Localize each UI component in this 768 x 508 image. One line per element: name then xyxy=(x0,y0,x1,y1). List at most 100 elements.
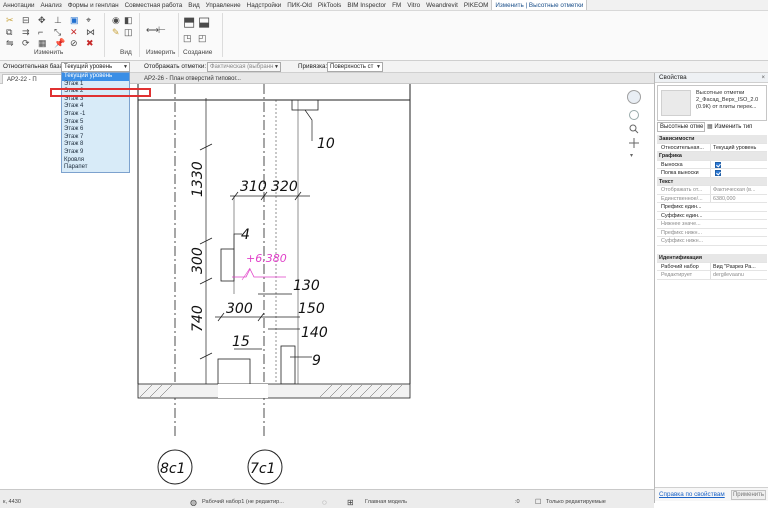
match-type-icon[interactable]: ⌖ xyxy=(86,15,91,25)
property-row[interactable]: Суффикс един... xyxy=(657,212,767,220)
leader-checkbox[interactable] xyxy=(715,161,721,168)
dropdown-item[interactable]: Кровля xyxy=(62,157,129,165)
dropdown-item[interactable]: Текущий уровень xyxy=(62,73,129,81)
dimension-150[interactable]: 150 xyxy=(298,301,325,317)
property-value[interactable]: 6380,000 xyxy=(710,194,767,203)
section-identity[interactable]: Идентификация xyxy=(657,254,767,263)
paint-icon[interactable]: ✎ xyxy=(112,27,120,37)
property-value[interactable]: dergilevaanu xyxy=(710,271,767,279)
dimension-icon[interactable]: ⊢ xyxy=(158,25,166,35)
property-row[interactable]: Выноска xyxy=(657,160,767,169)
display-elevations-select[interactable]: Фактическая (выбранн ▼ xyxy=(207,62,281,72)
dimension-10[interactable]: 10 xyxy=(317,136,335,152)
move-icon[interactable]: ✥ xyxy=(38,15,46,25)
scissors-icon[interactable]: ✂ xyxy=(6,15,14,25)
linework-icon[interactable]: ◫ xyxy=(124,27,133,37)
tab-piktools[interactable]: PikTools xyxy=(315,0,344,10)
pan-icon[interactable] xyxy=(629,138,639,148)
dropdown-item[interactable]: Этаж 6 xyxy=(62,126,129,134)
dimension-4[interactable]: 4 xyxy=(241,227,250,243)
snap-select[interactable]: Поверхность ст ▼ xyxy=(327,62,383,72)
join-icon[interactable]: ⋈ xyxy=(86,27,95,37)
trim-icon[interactable]: ⌐ xyxy=(38,27,43,37)
section-text[interactable]: Текст xyxy=(657,177,767,186)
dimension-740[interactable]: 740 xyxy=(190,305,206,332)
offset-icon[interactable]: ⇉ xyxy=(22,27,30,37)
edit-type-button[interactable]: ▦ Изменить тип xyxy=(707,122,767,132)
dimension-9[interactable]: 9 xyxy=(312,353,321,369)
active-workset[interactable]: Рабочий набор1 (не редактир... xyxy=(202,499,284,505)
paste-icon[interactable]: ▣ xyxy=(70,15,79,25)
dropdown-item[interactable]: Этаж 5 xyxy=(62,119,129,127)
visibility-icon[interactable]: ◉ xyxy=(112,15,120,25)
property-value[interactable] xyxy=(710,169,767,177)
copy-icon[interactable]: ⧉ xyxy=(6,27,12,37)
spot-elevation-value[interactable]: +6.380 xyxy=(246,252,287,265)
align-icon[interactable]: ⊟ xyxy=(22,15,30,25)
section-constraints[interactable]: Зависимости xyxy=(657,135,767,144)
pin-icon[interactable]: 📌 xyxy=(54,38,65,48)
dropdown-item[interactable]: Этаж 7 xyxy=(62,134,129,142)
tab-addins[interactable]: Надстройки xyxy=(244,0,285,10)
tab-bim-inspector[interactable]: BIM Inspector xyxy=(344,0,389,10)
design-option-value[interactable]: Главная модель xyxy=(365,499,407,505)
spot-elevation-symbol[interactable] xyxy=(232,268,286,278)
section-graphics[interactable]: Графика xyxy=(657,152,767,161)
create-similar-icon[interactable]: ◰ xyxy=(198,33,207,43)
view-tab-ar2-26[interactable]: АР2-26 - План отверстий типовог... xyxy=(140,74,260,84)
view-cube-icon[interactable] xyxy=(627,90,641,104)
dimension-130[interactable]: 130 xyxy=(293,278,320,294)
property-value[interactable]: Вид "Разрез Ра... xyxy=(710,262,767,271)
property-row[interactable]: Отображать от... Фактическая (в... xyxy=(657,186,767,195)
property-value[interactable]: Текущий уровень xyxy=(710,143,767,152)
tab-analysis[interactable]: Анализ xyxy=(37,0,64,10)
dropdown-item[interactable]: Этаж 4 xyxy=(62,103,129,111)
design-options-icon[interactable]: ⊞ xyxy=(347,498,354,507)
property-value[interactable] xyxy=(710,160,767,169)
property-row[interactable]: Относительная... Текущий уровень xyxy=(657,143,767,152)
close-icon[interactable]: × xyxy=(761,73,765,83)
worksets-icon[interactable]: ◍ xyxy=(190,498,197,507)
rotate-icon[interactable]: ⟳ xyxy=(22,38,30,48)
zoom-icon[interactable] xyxy=(629,124,639,134)
create-parts-icon[interactable]: ⬓ xyxy=(198,15,210,29)
properties-help-link[interactable]: Справка по свойствам xyxy=(659,491,725,498)
delete-icon[interactable]: ✕ xyxy=(70,27,78,37)
property-row[interactable]: Редактирует dergilevaanu xyxy=(657,271,767,280)
tab-collaborate[interactable]: Совместная работа xyxy=(122,0,186,10)
split-icon[interactable]: ⊥ xyxy=(54,15,62,25)
tab-massing[interactable]: Формы и генплан xyxy=(65,0,122,10)
scale-icon[interactable]: ⤡ xyxy=(54,27,61,37)
editable-only-label[interactable]: Только редактируемые xyxy=(546,499,606,505)
dimension-310[interactable]: 310 xyxy=(240,179,267,195)
dimension-140[interactable]: 140 xyxy=(301,325,328,341)
dropdown-item[interactable]: Этаж 8 xyxy=(62,141,129,149)
tab-fm[interactable]: FM xyxy=(389,0,404,10)
dropdown-item[interactable]: Парапет xyxy=(62,164,129,172)
type-selector[interactable]: Высотные отметки 2_Фасад_Верх_ISO_2.0 (0… xyxy=(657,85,767,121)
property-row[interactable]: Суффикс нижн... xyxy=(657,237,767,246)
tab-annotations[interactable]: Аннотации xyxy=(0,0,37,10)
apply-button[interactable]: Применить xyxy=(731,490,766,500)
editing-requests-icon[interactable]: ◌ xyxy=(322,498,327,507)
property-row[interactable]: Нижнее значе... xyxy=(657,220,767,229)
dimension-320[interactable]: 320 xyxy=(271,179,298,195)
tab-pikeom[interactable]: PIKEOM xyxy=(461,0,492,10)
unpin-icon[interactable]: ⊘ xyxy=(70,38,78,48)
property-row[interactable]: Префикс нижн... xyxy=(657,229,767,237)
property-row[interactable]: Единственное/... 6380,000 xyxy=(657,194,767,203)
tab-manage[interactable]: Управление xyxy=(203,0,244,10)
create-assembly-icon[interactable]: ⬒ xyxy=(183,15,195,29)
property-row[interactable]: Префикс един... xyxy=(657,203,767,212)
tab-view[interactable]: Вид xyxy=(185,0,202,10)
tab-vitro[interactable]: Vitro xyxy=(404,0,423,10)
view-tab-ar2-22[interactable]: АР2-22 - П xyxy=(2,74,62,84)
property-row[interactable]: Полка выноски xyxy=(657,169,767,178)
dropdown-item[interactable]: Этаж 9 xyxy=(62,149,129,157)
instance-filter-select[interactable]: Высотные отме xyxy=(657,122,705,132)
tab-pik-old[interactable]: ПИК-Old xyxy=(284,0,315,10)
tab-weandrevit[interactable]: Weandrevit xyxy=(423,0,461,10)
dimension-300[interactable]: 300 xyxy=(226,301,253,317)
checkbox-icon[interactable]: ☐ xyxy=(535,498,541,506)
leader-shoulder-checkbox[interactable] xyxy=(715,170,721,176)
